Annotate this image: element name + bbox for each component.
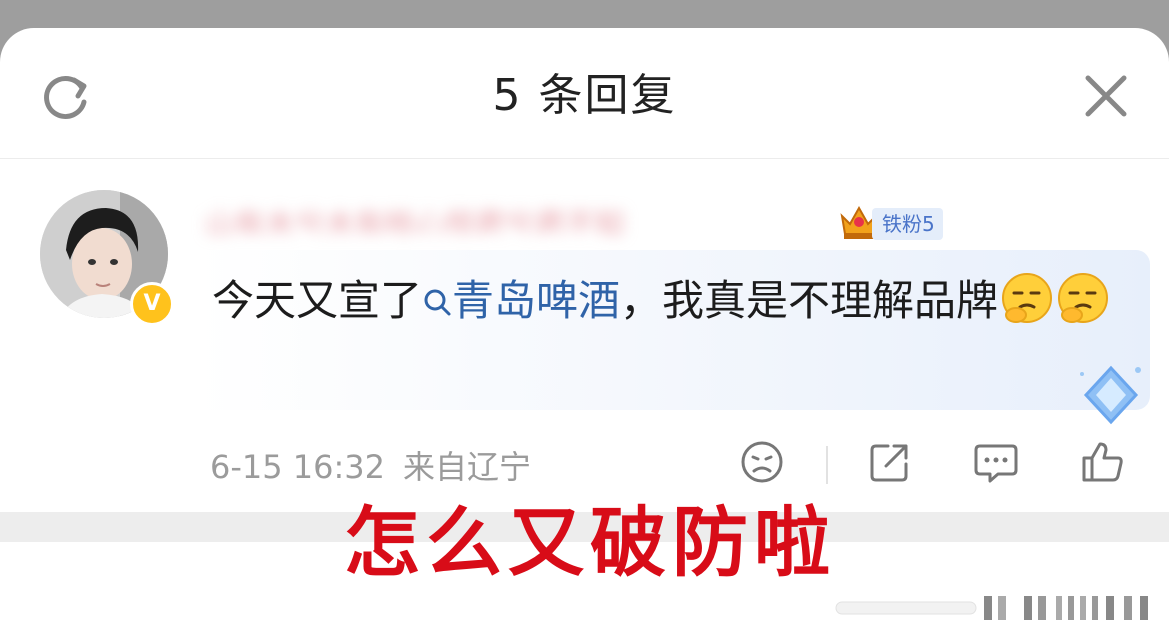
dislike-face-icon[interactable] [738, 438, 786, 486]
replies-sheet: 5 条回复 V 山有木兮木有枝心悦君兮君不知 铁粉5 今天又宣了 青岛啤酒，我真… [0, 28, 1169, 630]
diamond-decoration-icon [1080, 365, 1141, 425]
comment-text-end: ，我真是不理解品牌 [620, 276, 999, 325]
fan-level-label: 铁粉5 [872, 208, 943, 240]
comment-text-start: 今天又宣了 [212, 276, 423, 325]
overlay-caption: 怎么又破防啦 [344, 498, 836, 587]
verified-badge: V [130, 282, 174, 326]
search-icon [424, 289, 451, 316]
like-icon[interactable] [1078, 438, 1126, 486]
comment-time: 6-15 16:32 [210, 448, 386, 486]
close-icon[interactable] [1078, 68, 1134, 124]
comment-icon[interactable] [972, 438, 1020, 486]
topic-link[interactable]: 青岛啤酒 [422, 276, 620, 325]
topic-label: 青岛啤酒 [452, 276, 621, 325]
thinking-face-emoji [1058, 273, 1109, 323]
comment-location: 来自辽宁 [403, 448, 532, 486]
sheet-header: 5 条回复 [0, 28, 1169, 159]
comment-text: 今天又宣了 青岛啤酒，我真是不理解品牌 [212, 268, 1112, 334]
thinking-face-emoji [1002, 273, 1053, 323]
action-divider [826, 446, 828, 484]
page-title: 5 条回复 [492, 70, 677, 121]
scroll-indicator [835, 596, 1148, 620]
comment-meta: 6-15 16:32 来自辽宁 [210, 442, 549, 488]
share-icon[interactable] [866, 438, 914, 486]
username[interactable]: 山有木兮木有枝心悦君兮君不知 [205, 200, 825, 234]
